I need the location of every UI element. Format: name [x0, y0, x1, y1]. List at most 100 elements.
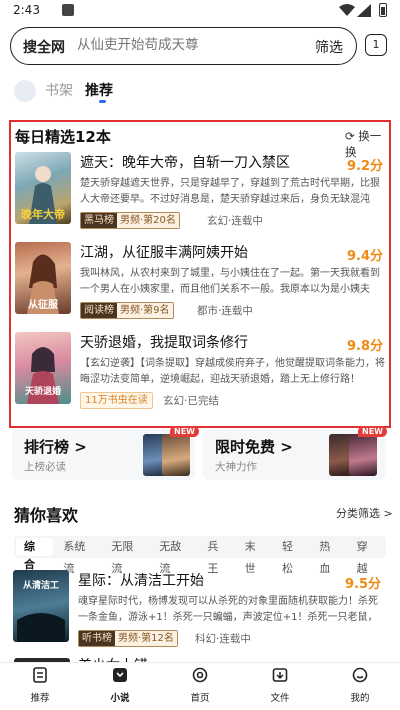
free-card[interactable]: 限时免费 > 大神力作 NEW — [203, 426, 387, 480]
svg-text:天骄退婚: 天骄退婚 — [25, 385, 61, 397]
chip-soldier[interactable]: 兵王 — [199, 536, 236, 575]
category-chips: 综合 系统流 无限流 无敌流 兵王 末世 轻松 热血 穿越 — [14, 536, 386, 575]
chip-apocalypse[interactable]: 末世 — [237, 536, 274, 575]
svg-text:晚年大帝: 晚年大帝 — [21, 207, 65, 221]
search-scope-label[interactable]: 搜全网 — [23, 37, 65, 57]
avatar[interactable] — [14, 80, 36, 102]
chip-time-travel[interactable]: 穿越 — [349, 536, 386, 575]
guess-title: 猜你喜欢 — [14, 506, 79, 525]
list-item[interactable]: 天骄退婚 天骄退婚，我提取词条修行 9.8分 【玄幻逆袭】【词条提取】穿越成侯府… — [11, 332, 389, 416]
rank-value: 男频·第12名 — [115, 631, 177, 646]
chip-relaxed[interactable]: 轻松 — [274, 536, 311, 575]
search-input[interactable] — [77, 37, 297, 53]
tab-recommend[interactable]: 推荐 — [85, 80, 113, 100]
book-title[interactable]: 天骄退婚，我提取词条修行 — [80, 332, 248, 352]
free-title: 限时免费 > — [215, 438, 293, 456]
book-score: 9.4分 — [347, 249, 384, 264]
book-genre: 玄幻 — [163, 395, 184, 407]
file-icon — [272, 668, 288, 682]
nav-mine[interactable]: 我的 — [335, 667, 385, 704]
book-description: 魂穿星际时代，杨博发现可以从杀死的对象里面随机获取能力！杀死一条金鱼，游泳+1！… — [78, 596, 378, 623]
ranking-subtitle: 上榜必读 — [24, 461, 66, 473]
rank-badge: 听书榜 男频·第12名 — [78, 630, 178, 647]
book-status: 连载中 — [231, 215, 263, 227]
book-cover: 晚年大帝 — [15, 152, 71, 224]
book-description: 我叫林风，从农村来到了城里，与小姨住在了一起。第一天我就看到一个男人在小姨家里，… — [80, 268, 380, 295]
book-status: 已完结 — [187, 395, 219, 407]
wifi-icon — [339, 4, 355, 16]
filter-button[interactable]: 筛选 — [315, 37, 343, 57]
book-cover — [349, 434, 377, 476]
new-badge: NEW — [170, 426, 199, 437]
book-meta: 科幻·连载中 — [195, 633, 251, 645]
rank-badge: 黑马榜 男频·第20名 — [80, 212, 180, 229]
list-item[interactable]: 晚年大帝 遮天：晚年大帝，自斩一刀入禁区 9.2分 楚天骄穿越遮天世界，只是穿越… — [11, 152, 389, 236]
at-icon — [192, 667, 208, 683]
nav-label: 文件 — [270, 693, 290, 704]
book-description: 【玄幻逆袭】【词条提取】穿越成侯府弃子，他觉醒提取词条能力，将晦涩功法变简单，逆… — [80, 358, 385, 385]
rank-label: 黑马榜 — [81, 213, 117, 228]
daily-picks-title: 每日精选12本 — [15, 128, 111, 146]
book-cover: 从征服 — [15, 242, 71, 314]
battery-icon — [379, 3, 387, 17]
book-meta: 都市·连载中 — [197, 305, 253, 317]
notification-icon — [62, 4, 74, 16]
tab-count-button[interactable]: 1 — [365, 34, 387, 56]
book-genre: 都市 — [197, 305, 218, 317]
category-filter-button[interactable]: 分类筛选 > — [336, 505, 393, 521]
nav-label: 推荐 — [30, 693, 50, 704]
new-badge: NEW — [358, 426, 387, 437]
book-title[interactable]: 星际：从清洁工开始 — [78, 570, 204, 590]
rank-value: 男频·第20名 — [117, 213, 179, 228]
chip-infinite[interactable]: 无限流 — [103, 536, 151, 575]
book-icon — [113, 668, 127, 682]
nav-home[interactable]: 首页 — [175, 667, 225, 704]
book-score: 9.8分 — [347, 339, 384, 354]
book-meta: 玄幻·连载中 — [207, 215, 263, 227]
book-score: 9.2分 — [347, 159, 384, 174]
status-bar: 2:43 — [0, 0, 400, 22]
ranking-title: 排行榜 > — [24, 438, 87, 456]
ranking-card[interactable]: 排行榜 > 上榜必读 NEW — [12, 426, 199, 480]
book-cover — [162, 434, 190, 476]
tab-active-indicator — [99, 100, 106, 103]
svg-text:从征服: 从征服 — [28, 298, 59, 311]
svg-text:从清洁工: 从清洁工 — [23, 579, 59, 591]
nav-files[interactable]: 文件 — [255, 667, 305, 704]
book-genre: 科幻 — [195, 633, 216, 645]
book-title[interactable]: 遮天：晚年大帝，自斩一刀入禁区 — [80, 152, 290, 172]
chip-system[interactable]: 系统流 — [55, 536, 103, 575]
doc-icon — [33, 667, 47, 683]
book-description: 楚天骄穿越遮天世界，只是穿越早了，穿越到了荒古时代早期，比狠人大帝还要早。不过好… — [80, 178, 380, 205]
chip-invincible[interactable]: 无敌流 — [151, 536, 199, 575]
book-genre: 玄幻 — [207, 215, 228, 227]
free-subtitle: 大神力作 — [215, 461, 257, 473]
smile-icon — [352, 667, 368, 683]
nav-recommend[interactable]: 推荐 — [15, 667, 65, 704]
chip-passion[interactable]: 热血 — [311, 536, 348, 575]
book-cover: 从清洁工 — [13, 570, 69, 642]
nav-label: 小说 — [110, 693, 130, 704]
nav-label: 首页 — [190, 693, 210, 704]
rank-label: 阅读榜 — [81, 303, 117, 318]
signal-icon — [357, 4, 371, 17]
refresh-icon: ⟳ — [345, 129, 355, 143]
book-title[interactable]: 美少女上错 — [78, 655, 148, 662]
rank-value: 男频·第9名 — [117, 303, 173, 318]
list-item[interactable]: 从征服 江湖，从征服丰满阿姨开始 9.4分 我叫林风，从农村来到了城里，与小姨住… — [11, 242, 389, 326]
book-meta: 玄幻·已完结 — [163, 395, 219, 407]
book-cover: 天骄退婚 — [15, 332, 71, 404]
book-title[interactable]: 江湖，从征服丰满阿姨开始 — [80, 242, 248, 262]
chip-all[interactable]: 综合 — [16, 538, 54, 571]
nav-novel[interactable]: 小说 — [95, 667, 145, 704]
book-status: 连载中 — [221, 305, 253, 317]
rank-label: 听书榜 — [79, 631, 115, 646]
list-item[interactable]: 从清洁工 星际：从清洁工开始 9.5分 魂穿星际时代，杨博发现可以从杀死的对象里… — [9, 570, 387, 654]
tab-bookshelf[interactable]: 书架 — [45, 80, 73, 100]
book-status: 连载中 — [219, 633, 251, 645]
status-time: 2:43 — [13, 3, 40, 17]
bottom-nav: 推荐 小说 首页 文件 我的 — [0, 662, 400, 710]
daily-picks-card: 每日精选12本 ⟳ 换一换 晚年大帝 遮天：晚年大帝，自斩一刀入禁区 9.2分 … — [9, 120, 391, 428]
search-bar[interactable]: 搜全网 筛选 — [10, 27, 357, 65]
reader-count-badge: 11万书虫在读 — [80, 392, 153, 409]
